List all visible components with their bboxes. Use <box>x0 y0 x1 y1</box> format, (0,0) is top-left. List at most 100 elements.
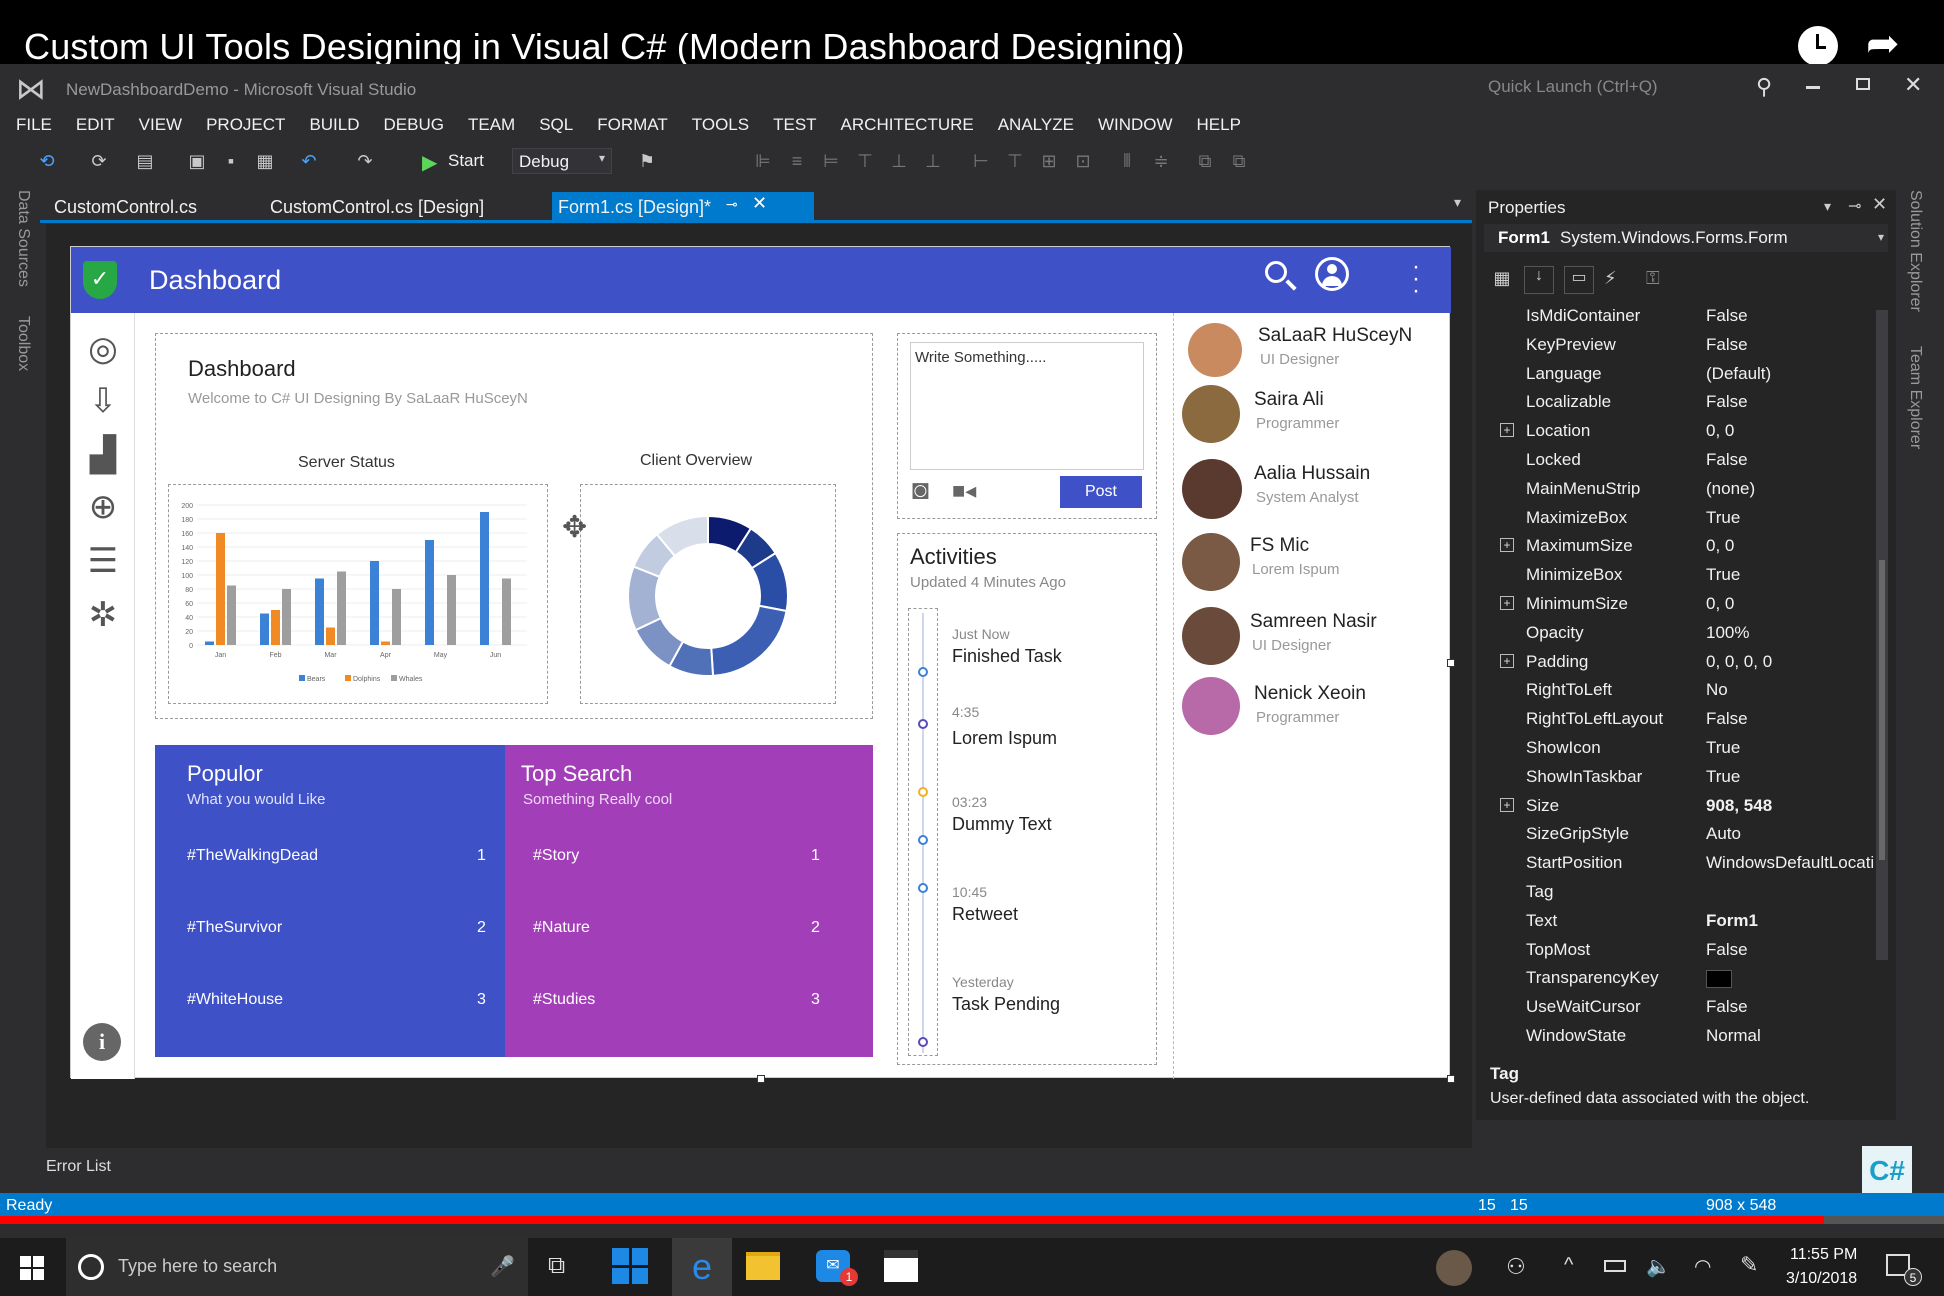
property-row[interactable]: SizeGripStyle Auto <box>1494 820 1894 848</box>
person-name[interactable]: Nenick Xeoin <box>1254 683 1366 705</box>
property-row[interactable]: UseWaitCursor False <box>1494 993 1894 1021</box>
open-icon[interactable]: ▣ <box>186 150 208 172</box>
property-value[interactable]: False <box>1706 709 1886 729</box>
make-same-height-icon[interactable]: ⊤ <box>1004 150 1026 172</box>
solution-explorer-tab[interactable]: Solution Explorer <box>1906 190 1924 312</box>
property-value[interactable]: True <box>1706 508 1886 528</box>
top-search-tag[interactable]: #Story <box>533 847 579 865</box>
property-value[interactable]: False <box>1706 392 1886 412</box>
video-camera-icon[interactable]: ■◂ <box>952 478 976 504</box>
menu-format[interactable]: FORMAT <box>597 115 668 135</box>
property-row[interactable]: + Location 0, 0 <box>1494 417 1894 445</box>
property-row[interactable]: Text Form1 <box>1494 907 1894 935</box>
property-row[interactable]: TopMost False <box>1494 936 1894 964</box>
object-selector[interactable]: Form1 System.Windows.Forms.Form ▾ <box>1484 224 1888 252</box>
minimize-icon[interactable] <box>1806 86 1820 89</box>
attach-icon[interactable]: ⚑ <box>636 150 658 172</box>
video-progress-bar[interactable] <box>0 1216 1944 1224</box>
size-to-grid-icon[interactable]: ⊞ <box>1038 150 1060 172</box>
info-icon[interactable]: i <box>83 1023 121 1061</box>
menu-view[interactable]: VIEW <box>139 115 182 135</box>
property-row[interactable]: Language (Default) <box>1494 360 1894 388</box>
taskbar-search-box[interactable]: Type here to search 🎤 <box>66 1238 528 1296</box>
property-row[interactable]: TransparencyKey <box>1494 964 1894 992</box>
team-explorer-tab[interactable]: Team Explorer <box>1906 346 1924 449</box>
property-row[interactable]: IsMdiContainer False <box>1494 302 1894 330</box>
share-icon[interactable]: ➦ <box>1866 24 1900 64</box>
watch-later-icon[interactable] <box>1798 26 1838 66</box>
property-value[interactable]: Form1 <box>1706 911 1886 931</box>
property-value[interactable]: 0, 0, 0, 0 <box>1706 652 1886 672</box>
popular-tag[interactable]: #TheWalkingDead <box>187 847 318 865</box>
menu-window[interactable]: WINDOW <box>1098 115 1173 135</box>
menu-file[interactable]: FILE <box>16 115 52 135</box>
property-row[interactable]: + MinimumSize 0, 0 <box>1494 590 1894 618</box>
property-row[interactable]: MinimizeBox True <box>1494 561 1894 589</box>
property-row[interactable]: Tag <box>1494 878 1894 906</box>
property-value[interactable]: 0, 0 <box>1706 421 1886 441</box>
expand-icon[interactable]: + <box>1500 797 1514 812</box>
property-value[interactable]: WindowsDefaultLocati <box>1706 853 1886 873</box>
tab-customcontrol-cs[interactable]: CustomControl.cs <box>54 194 197 222</box>
post-button[interactable]: Post <box>1060 476 1142 508</box>
volume-icon[interactable]: 🔈 <box>1646 1254 1671 1279</box>
menu-team[interactable]: TEAM <box>468 115 515 135</box>
chart-icon[interactable]: ▟ <box>81 433 125 477</box>
wifi-icon[interactable]: ◠ <box>1694 1254 1711 1279</box>
network-icon[interactable]: ✲ <box>81 593 125 637</box>
data-sources-tab[interactable]: Data Sources <box>14 190 32 287</box>
battery-icon[interactable] <box>1604 1260 1626 1272</box>
globe-icon[interactable]: ◎ <box>81 327 125 371</box>
tab-form1-design[interactable]: Form1.cs [Design]* <box>558 194 711 222</box>
file-explorer-icon[interactable] <box>746 1252 780 1280</box>
menu-build[interactable]: BUILD <box>309 115 359 135</box>
restore-icon[interactable] <box>1856 78 1870 90</box>
person-name[interactable]: Saira Ali <box>1254 389 1324 411</box>
property-value[interactable]: (none) <box>1706 479 1886 499</box>
menu-project[interactable]: PROJECT <box>206 115 285 135</box>
property-value[interactable]: False <box>1706 306 1886 326</box>
property-row[interactable]: StartPosition WindowsDefaultLocati <box>1494 849 1894 877</box>
person-name[interactable]: SaLaaR HuSceyN <box>1258 325 1412 347</box>
windows-start-icon[interactable] <box>20 1256 44 1280</box>
property-row[interactable]: WindowState Normal <box>1494 1022 1894 1050</box>
pin-icon[interactable]: ⊸ <box>726 196 738 213</box>
search-icon[interactable]: ⚲ <box>1756 74 1772 100</box>
user-account-icon[interactable] <box>1315 257 1349 291</box>
property-value[interactable]: (Default) <box>1706 364 1886 384</box>
align-middles-icon[interactable]: ⊥ <box>888 150 910 172</box>
property-value[interactable]: 100% <box>1706 623 1886 643</box>
send-to-back-icon[interactable]: ⧉ <box>1228 150 1250 172</box>
property-value[interactable]: False <box>1706 450 1886 470</box>
list-icon[interactable]: ☰ <box>81 539 125 583</box>
clock-date[interactable]: 3/10/2018 <box>1786 1270 1857 1288</box>
save-all-icon[interactable]: ▦ <box>254 150 276 172</box>
tab-customcontrol-design[interactable]: CustomControl.cs [Design] <box>270 194 484 222</box>
resize-handle[interactable] <box>757 1075 765 1083</box>
close-icon[interactable]: ✕ <box>1872 194 1887 215</box>
config-dropdown[interactable]: Debug ▾ <box>512 148 612 174</box>
start-button[interactable]: Start <box>448 151 484 171</box>
clock-time[interactable]: 11:55 PM <box>1790 1246 1857 1264</box>
user-avatar[interactable] <box>1436 1250 1472 1286</box>
close-icon[interactable]: ✕ <box>1904 72 1922 98</box>
property-row[interactable]: RightToLeft No <box>1494 676 1894 704</box>
property-row[interactable]: + Padding 0, 0, 0, 0 <box>1494 648 1894 676</box>
expand-icon[interactable]: + <box>1500 538 1514 553</box>
chevron-down-icon[interactable]: ▾ <box>1824 198 1831 215</box>
property-row[interactable]: ShowInTaskbar True <box>1494 763 1894 791</box>
menu-architecture[interactable]: ARCHITECTURE <box>841 115 974 135</box>
undo-icon[interactable]: ↶ <box>298 150 320 172</box>
property-value[interactable]: Auto <box>1706 824 1886 844</box>
tab-overflow-icon[interactable]: ▾ <box>1454 194 1461 211</box>
property-row[interactable]: Localizable False <box>1494 388 1894 416</box>
windows-store-icon[interactable] <box>612 1248 648 1284</box>
property-value[interactable]: True <box>1706 565 1886 585</box>
property-value[interactable]: True <box>1706 738 1886 758</box>
categorized-icon[interactable]: ▦ <box>1490 268 1514 292</box>
popular-tag[interactable]: #TheSurvivor <box>187 919 282 937</box>
menu-analyze[interactable]: ANALYZE <box>998 115 1074 135</box>
property-row[interactable]: KeyPreview False <box>1494 331 1894 359</box>
property-pages-icon[interactable]: ⚿ <box>1646 268 1660 289</box>
menu-tools[interactable]: TOOLS <box>692 115 749 135</box>
